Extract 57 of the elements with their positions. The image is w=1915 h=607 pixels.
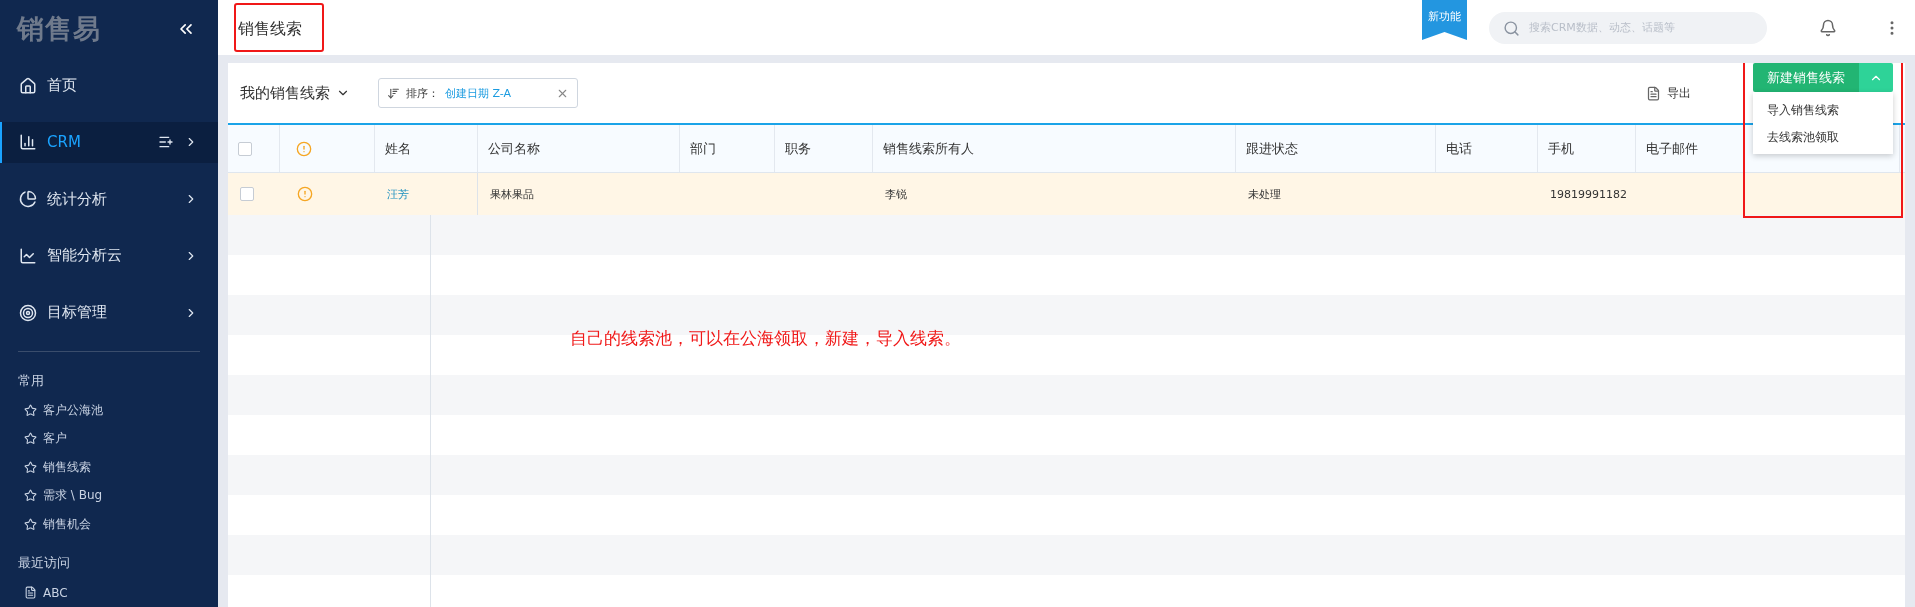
dropdown-toggle[interactable] <box>1859 63 1893 92</box>
favorite-item[interactable]: 销售机会 <box>0 509 218 539</box>
column-header: 手机 <box>1548 139 1574 158</box>
nav-item[interactable]: 统计分析 <box>0 178 218 220</box>
view-selector[interactable]: 我的销售线索 <box>240 83 350 103</box>
favorite-item[interactable]: 需求 \ Bug <box>0 481 218 510</box>
file-icon <box>1646 85 1661 101</box>
annotation-text: 自己的线索池，可以在公海领取，新建，导入线索。 <box>570 327 961 350</box>
logo: 销售易 <box>17 11 101 46</box>
column-header: 公司名称 <box>488 139 540 158</box>
sort-label: 排序： <box>406 85 439 101</box>
alert-icon <box>296 140 312 157</box>
sort-icon <box>387 86 400 100</box>
table-cell: 19819991182 <box>1550 187 1627 201</box>
page-title: 销售线索 <box>234 3 324 52</box>
alert-icon <box>297 186 313 202</box>
export-button[interactable]: 导出 <box>1640 83 1697 103</box>
column-header: 销售线索所有人 <box>883 139 974 158</box>
column-header: 职务 <box>785 139 811 158</box>
favorite-item[interactable]: 客户公海池 <box>0 395 218 425</box>
sort-value: 创建日期 Z-A <box>445 85 513 101</box>
nav-icon <box>19 76 37 95</box>
checkbox[interactable] <box>240 187 254 201</box>
search-icon <box>1503 19 1520 37</box>
nav-icon <box>19 190 37 209</box>
column-header: 跟进状态 <box>1246 139 1298 158</box>
column-header: 电子邮件 <box>1646 139 1698 158</box>
nav-icon <box>19 303 37 322</box>
section-title: 常用 <box>17 371 45 390</box>
nav-icon <box>19 246 37 265</box>
favorite-item[interactable]: 销售线索 <box>0 452 218 482</box>
column-header: 电话 <box>1446 139 1472 158</box>
favorite-item[interactable]: 客户 <box>0 424 218 453</box>
star-icon <box>24 517 37 531</box>
checkbox[interactable] <box>238 141 252 156</box>
table-cell: 果林果品 <box>490 186 534 202</box>
nav-item[interactable]: 首页 <box>0 65 218 107</box>
star-icon <box>24 489 37 503</box>
nav-item[interactable]: CRM <box>0 122 218 163</box>
document-icon <box>24 586 37 600</box>
name-link[interactable]: 汪芳 <box>387 186 409 202</box>
star-icon <box>24 403 37 417</box>
bell-icon[interactable] <box>1819 18 1837 37</box>
column-header: 部门 <box>690 139 716 158</box>
sort-chip[interactable]: 排序： 创建日期 Z-A <box>378 78 578 108</box>
nav-item[interactable]: 智能分析云 <box>0 235 218 277</box>
star-icon <box>24 432 37 446</box>
section-title: 最近访问 <box>17 554 71 573</box>
column-header: 姓名 <box>385 139 411 158</box>
nav-icon <box>19 133 37 152</box>
table-cell: 李锐 <box>885 186 907 202</box>
nav-item[interactable]: 目标管理 <box>0 292 218 333</box>
menu-item[interactable]: 导入销售线索 <box>1753 96 1893 123</box>
table-cell: 未处理 <box>1248 186 1281 202</box>
recent-item[interactable]: ABC <box>0 578 218 607</box>
menu-item[interactable]: 去线索池领取 <box>1753 123 1893 150</box>
star-icon <box>24 460 37 474</box>
